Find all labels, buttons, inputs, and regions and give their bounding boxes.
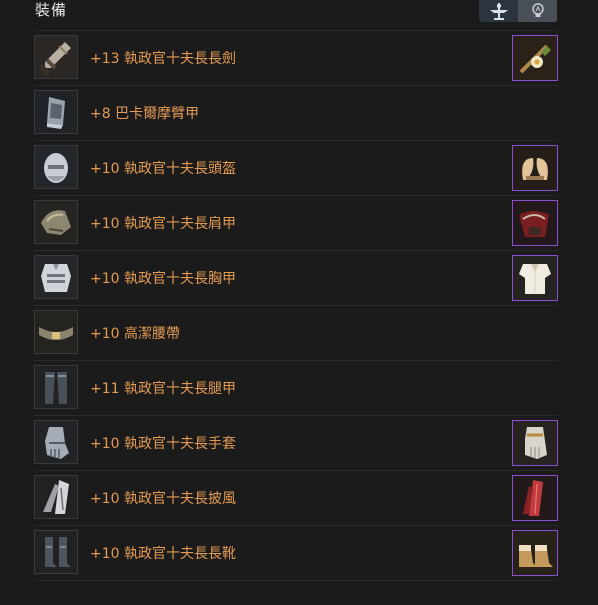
pauldron-icon [35, 201, 77, 243]
red-cape-costume-icon [513, 476, 557, 520]
equipment-slot[interactable] [34, 200, 78, 244]
flower-sword-costume-icon [513, 36, 557, 80]
red-shoulder-costume-icon [513, 201, 557, 245]
longsword-icon [35, 36, 77, 78]
vambrace-icon [35, 91, 77, 133]
equipment-row[interactable]: +10 執政官十夫長胸甲 [34, 251, 558, 306]
costume-slot[interactable] [512, 530, 558, 576]
panel-title: 裝備 [35, 1, 68, 19]
equipment-slot[interactable] [34, 310, 78, 354]
equipment-name: +8 巴卡爾摩臂甲 [90, 106, 200, 122]
equipment-list: +13 執政官十夫長長劍 +8 巴卡爾摩臂甲 +10 執政官十夫長頭盔 +10 執政官… [34, 30, 558, 581]
equipment-slot[interactable] [34, 530, 78, 574]
costume-slot[interactable] [512, 475, 558, 521]
horned-headband-costume-icon [513, 146, 557, 190]
boots-icon [35, 531, 77, 573]
panel-header: 裝備 [0, 0, 598, 26]
gauntlet-icon [35, 421, 77, 463]
armor-view-button[interactable] [479, 0, 518, 22]
equipment-name: +10 執政官十夫長長靴 [90, 546, 236, 562]
equipment-name: +10 高潔腰帶 [90, 326, 180, 342]
equipment-slot[interactable] [34, 420, 78, 464]
equipment-slot[interactable] [34, 90, 78, 134]
equipment-row[interactable]: +13 執政官十夫長長劍 [34, 31, 558, 86]
equipment-row[interactable]: +10 執政官十夫長頭盔 [34, 141, 558, 196]
equipment-name: +10 執政官十夫長披風 [90, 491, 236, 507]
equipment-row[interactable]: +10 執政官十夫長長靴 [34, 526, 558, 581]
equipment-row[interactable]: +10 執政官十夫長手套 [34, 416, 558, 471]
equipment-slot[interactable] [34, 145, 78, 189]
equipment-name: +10 執政官十夫長胸甲 [90, 271, 236, 287]
equipment-slot[interactable] [34, 475, 78, 519]
equipment-name: +10 執政官十夫長頭盔 [90, 161, 236, 177]
equipment-name: +10 執政官十夫長肩甲 [90, 216, 236, 232]
equipment-slot[interactable] [34, 255, 78, 299]
equipment-row[interactable]: +10 高潔腰帶 [34, 306, 558, 361]
equipment-slot[interactable] [34, 365, 78, 409]
armor-stand-icon [489, 3, 508, 20]
white-shirt-costume-icon [513, 256, 557, 300]
view-toggle [479, 0, 558, 22]
helmet-icon [35, 146, 77, 188]
equipment-slot[interactable] [34, 35, 78, 79]
costume-slot[interactable] [512, 200, 558, 246]
equipment-name: +11 執政官十夫長腿甲 [90, 381, 236, 397]
belt-icon [35, 311, 77, 353]
costume-slot[interactable] [512, 255, 558, 301]
equipment-row[interactable]: +8 巴卡爾摩臂甲 [34, 86, 558, 141]
equipment-name: +13 執政官十夫長長劍 [90, 51, 236, 67]
fur-boots-costume-icon [513, 531, 557, 575]
costume-slot[interactable] [512, 145, 558, 191]
equipment-row[interactable]: +11 執政官十夫長腿甲 [34, 361, 558, 416]
equipment-panel: 裝備 +13 執政官十夫長長劍 +8 巴卡爾摩臂甲 +10 執政官十夫長頭盔 +10 … [0, 0, 598, 605]
lightbulb-icon [531, 3, 544, 17]
equipment-name: +10 執政官十夫長手套 [90, 436, 236, 452]
costume-slot[interactable] [512, 35, 558, 81]
equipment-row[interactable]: +10 執政官十夫長肩甲 [34, 196, 558, 251]
equipment-row[interactable]: +10 執政官十夫長披風 [34, 471, 558, 526]
costume-slot[interactable] [512, 420, 558, 466]
costume-view-button[interactable] [518, 0, 557, 22]
chest-armor-icon [35, 256, 77, 298]
glove-costume-icon [513, 421, 557, 465]
cape-icon [35, 476, 77, 518]
leg-armor-icon [35, 366, 77, 408]
